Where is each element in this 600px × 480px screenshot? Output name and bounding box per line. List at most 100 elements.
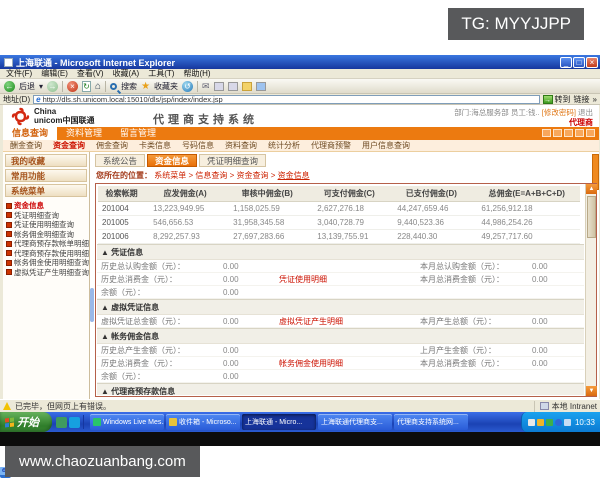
voucher-usage-detail-link[interactable]: 凭证使用明细 [279,274,420,285]
nav-window-icon[interactable] [553,129,562,137]
change-password-link[interactable]: [修改密码] [542,108,576,117]
refresh-icon[interactable]: ↻ [82,81,91,92]
section-row: 余额（元）： 0.00 [97,370,584,383]
sidebar-item[interactable]: 帐务佣金使用明细查询 [3,258,89,268]
start-button[interactable]: 开始 [0,412,52,432]
menu-edit[interactable]: 编辑(E) [41,68,68,79]
page-banner: China unicom中国联通 代理商支持系统 部门:海总服务部 员工:钱..… [3,105,599,127]
links-chevron-icon[interactable]: » [593,95,597,104]
forward-icon[interactable]: → [47,81,58,92]
menu-tools[interactable]: 工具(T) [148,68,174,79]
tab-voucher-detail[interactable]: 凭证明细查询 [199,154,266,167]
folder-icon[interactable] [242,82,252,91]
back-label[interactable]: 后退 [19,81,35,92]
title-bar[interactable]: 上海联通 - Microsoft Internet Explorer _ □ × [0,55,600,69]
minimize-button[interactable]: _ [560,57,572,68]
tab-funds-info[interactable]: 资金信息 [147,154,197,167]
breadcrumb: 您所在的位置： 系统菜单 > 信息查询 > 资金查询 > 资金信息 [96,170,310,181]
breadcrumb-label: 您所在的位置： [96,171,152,180]
sidebar-group-system-menu[interactable]: 系统菜单 [5,184,87,197]
task-button-agent-system[interactable]: e 代理商支持系统网... [394,414,468,430]
scroll-up-icon[interactable]: ▲ [586,184,597,194]
history-icon[interactable]: ↺ [182,81,193,92]
print-icon[interactable] [214,82,224,91]
messenger-quicklaunch-icon[interactable] [69,417,80,428]
nav-tab-data-mgmt[interactable]: 资料管理 [57,127,111,140]
close-button[interactable]: × [586,57,598,68]
sidebar-item[interactable]: 虚拟凭证产生明细查询 [3,268,89,278]
subnav-item[interactable]: 号码信息 [182,140,214,151]
nav-tab-message-mgmt[interactable]: 留言管理 [111,127,165,140]
maximize-button[interactable]: □ [573,57,585,68]
home-icon[interactable]: ⌂ [95,81,101,92]
nav-window-icon[interactable] [542,129,551,137]
stop-icon[interactable]: × [67,81,78,92]
messenger-icon[interactable] [256,82,266,91]
commission-usage-detail-link[interactable]: 帐务佣金使用明细 [279,358,420,369]
tray-icon[interactable] [528,419,535,426]
sidebar-item[interactable]: 代理商预存款帐单明细查询 [3,239,89,249]
sidebar-item[interactable]: 帐务佣金明细查询 [3,230,89,240]
subnav-item-funds-query[interactable]: 资金查询 [53,140,85,151]
section-header-voucher[interactable]: ▲ 凭证信息 [97,244,584,260]
menu-bullet-icon [6,241,12,247]
sidebar-item-funds-info[interactable]: 资金信息 [3,201,89,211]
search-label[interactable]: 搜索 [121,81,137,92]
favorites-star-icon[interactable]: ★ [141,81,150,92]
section-header-virtual-voucher[interactable]: ▲ 虚拟凭证信息 [97,299,584,315]
nav-window-icon[interactable] [564,129,573,137]
menu-help[interactable]: 帮助(H) [183,68,210,79]
logout-link[interactable]: 退出 [578,108,593,117]
nav-tab-info-query[interactable]: 信息查询 [3,127,57,140]
go-button[interactable]: → 转到 [543,94,571,105]
subnav-item[interactable]: 酬金查询 [10,140,42,151]
menu-view[interactable]: 查看(V) [77,68,104,79]
sidebar-item[interactable]: 代理商预存款使用明细查询 [3,249,89,259]
page-error-warning-icon[interactable] [3,402,11,410]
subnav-item[interactable]: 卡类信息 [139,140,171,151]
sidebar-item[interactable]: 凭证使用明细查询 [3,220,89,230]
tray-icon[interactable] [555,419,562,426]
scroll-down-icon[interactable]: ▼ [586,386,597,396]
subnav-item[interactable]: 代理商预警 [311,140,351,151]
nav-window-icon[interactable] [586,129,595,137]
subnav-item[interactable]: 资料查询 [225,140,257,151]
subnav-item[interactable]: 用户信息查询 [362,140,410,151]
breadcrumb-path[interactable]: 系统菜单 > 信息查询 > 资金查询 > [154,171,277,180]
links-label[interactable]: 链接 [574,94,590,105]
content-scrollbar[interactable]: ▲ ▼ [585,184,596,396]
menu-file[interactable]: 文件(F) [6,68,32,79]
subnav-item[interactable]: 统计分析 [268,140,300,151]
breadcrumb-current[interactable]: 资金信息 [278,171,310,180]
show-desktop-icon[interactable] [56,417,67,428]
dept-label: 部门:海总服务部 [454,108,509,117]
favorites-label[interactable]: 收藏夹 [154,81,178,92]
toolbar-separator [105,81,106,92]
sidebar-group-favorites[interactable]: 我的收藏 [5,154,87,167]
address-input[interactable]: e http://dls.sh.unicom.local:15010/dls/j… [33,95,539,104]
tab-system-notice[interactable]: 系统公告 [95,154,145,167]
virtual-voucher-detail-link[interactable]: 虚拟凭证产生明细 [279,316,420,327]
menu-favorites[interactable]: 收藏(A) [113,68,140,79]
back-icon[interactable]: ← [4,81,15,92]
tray-icon[interactable] [537,419,544,426]
task-button-shanghai-unicom-active[interactable]: e 上海联通 - Micro... [242,414,316,430]
tray-icon[interactable] [564,419,571,426]
back-dropdown-icon[interactable]: ▾ [39,82,43,91]
task-button-messenger[interactable]: Windows Live Mes... [90,414,164,430]
search-icon[interactable] [110,83,117,90]
table-row: 201006 8,292,257.93 27,697,283.66 13,139… [98,230,580,244]
mail-icon[interactable]: ✉ [202,81,210,92]
scroll-thumb[interactable] [587,196,596,238]
section-header-account-commission[interactable]: ▲ 帐务佣金信息 [97,328,584,344]
task-button-inbox[interactable]: 收件箱 - Microso... [166,414,240,430]
nav-window-icon[interactable] [575,129,584,137]
taskbar-clock[interactable]: 10:33 [575,418,595,427]
sidebar-item[interactable]: 凭证明细查询 [3,211,89,221]
section-header-prepayment[interactable]: ▲ 代理商预存款信息 [97,383,584,395]
task-button-agent-portal[interactable]: e 上海联通代理商支... [318,414,392,430]
sidebar-group-common[interactable]: 常用功能 [5,169,87,182]
subnav-item[interactable]: 佣金查询 [96,140,128,151]
edit-icon[interactable] [228,82,238,91]
tray-icon[interactable] [546,419,553,426]
